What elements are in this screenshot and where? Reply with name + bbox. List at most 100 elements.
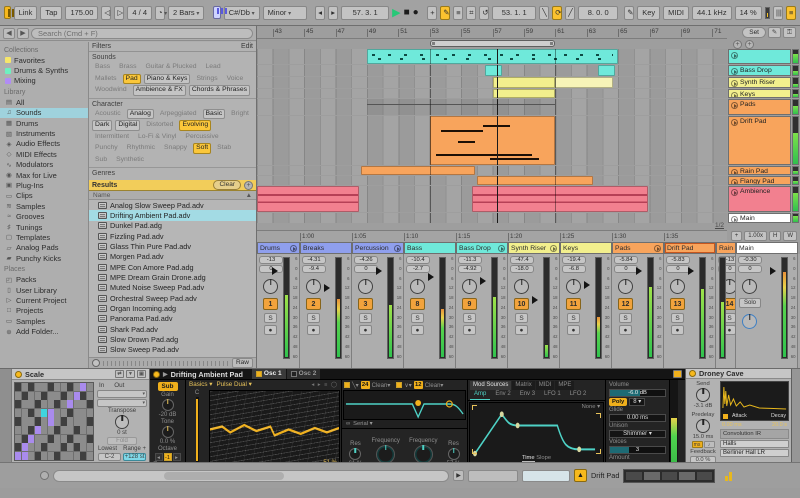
env-slope-toggle[interactable]: Slope (536, 455, 551, 461)
octave-value[interactable]: -1 (163, 453, 172, 461)
tab-osc1[interactable]: Osc 1 (251, 369, 286, 379)
sidebar-item-packs[interactable]: ◰ Packs (0, 274, 88, 284)
scale-grid-cell[interactable] (86, 383, 93, 392)
tap-tempo-button[interactable]: Tap (40, 5, 63, 20)
filter-tag[interactable]: Guitar & Plucked (143, 62, 200, 73)
scale-grid-cell[interactable] (47, 417, 54, 426)
track-play-icon[interactable] (731, 118, 738, 126)
tab-mpe[interactable]: MPE (555, 381, 575, 390)
track-activator-button[interactable]: 13 (670, 298, 685, 310)
sidebar-item-collection[interactable]: Mixing (0, 76, 88, 86)
scale-grid-cell[interactable] (67, 383, 74, 392)
sidebar-item-collection[interactable]: Favorites (0, 55, 88, 65)
time-signature-field[interactable]: 4 / 4 (127, 5, 152, 20)
scale-grid-cell[interactable] (34, 417, 41, 426)
unison-menu[interactable]: Shimmer ▾ (609, 430, 666, 438)
peak-level-field[interactable]: -11.3 (458, 256, 482, 264)
chain-play-icon[interactable]: ▶ (453, 470, 464, 481)
sidebar-item-projects[interactable]: □ Projects (0, 306, 88, 316)
filter-tag[interactable]: Voice (224, 74, 247, 85)
scale-grid-cell[interactable] (60, 408, 67, 417)
predelay-value[interactable]: 15.0 ms (693, 434, 714, 440)
unfold-track-icon[interactable] (654, 244, 661, 252)
scale-grid-cell[interactable] (73, 391, 80, 400)
scale-grid-cell[interactable] (28, 417, 35, 426)
clip[interactable] (360, 166, 476, 175)
clip[interactable] (555, 77, 614, 88)
scale-grid-cell[interactable] (15, 383, 22, 392)
add-track-icon[interactable]: + (733, 40, 742, 49)
follow-left-button[interactable]: ◂ (315, 5, 326, 20)
hot-swap-icon[interactable]: ⇄ (115, 370, 124, 378)
ir-bank-select[interactable]: Halls (720, 440, 789, 448)
device-on-toggle[interactable] (15, 370, 22, 378)
scale-grid-cell[interactable] (41, 434, 48, 443)
scale-grid-cell[interactable] (73, 443, 80, 452)
filters-edit-button[interactable]: Edit (241, 43, 253, 50)
volume-fader-handle[interactable] (584, 280, 594, 289)
track-header[interactable]: Flangy Pad (728, 176, 791, 185)
device-on-toggle[interactable] (689, 370, 696, 377)
filter-tag[interactable]: Soft (193, 143, 212, 154)
scale-grid-cell[interactable] (73, 383, 80, 392)
scale-grid-cell[interactable] (21, 391, 28, 400)
scale-grid-cell[interactable] (80, 408, 87, 417)
send-value[interactable]: -3.1 dB (694, 403, 713, 409)
track-header[interactable]: Keys (728, 89, 791, 98)
device-on-toggle[interactable] (153, 370, 160, 378)
track-activator-button[interactable]: 9 (462, 298, 477, 310)
arm-button[interactable]: ● (567, 325, 580, 335)
sidebar-item-instruments[interactable]: ▧ Instruments (0, 128, 88, 138)
scale-grid-cell[interactable] (34, 451, 41, 460)
scale-grid-cell[interactable] (80, 434, 87, 443)
scale-grid-cell[interactable] (21, 400, 28, 409)
list-item[interactable]: Orchestral Sweep Pad.adv (89, 293, 256, 303)
scale-grid-cell[interactable] (54, 417, 61, 426)
filter-tag[interactable]: Bright (228, 109, 252, 120)
track-clip-lane[interactable] (257, 99, 727, 115)
osc-wave-menu[interactable]: Pulse Dual ▾ (216, 381, 251, 388)
filter-tag[interactable]: Punchy (92, 143, 121, 154)
filter2-slope[interactable]: 12 (413, 381, 423, 389)
scale-grid-cell[interactable] (15, 391, 22, 400)
track-play-icon[interactable] (731, 91, 738, 97)
zoom-level-field[interactable]: 1.00x (744, 230, 767, 241)
filter-tag[interactable]: Pad (122, 73, 141, 84)
sidebar-item-samples[interactable]: ▭ Samples (0, 316, 88, 326)
mixer-track-tab[interactable]: Bass Drop (456, 242, 508, 254)
pan-knob[interactable] (566, 279, 581, 294)
track-clip-lane[interactable] (257, 186, 727, 212)
track-header[interactable]: Ambience (728, 186, 791, 212)
device-scrollbar[interactable] (53, 469, 449, 482)
play-button[interactable]: ▶ (392, 7, 400, 18)
scale-grid-cell[interactable] (28, 434, 35, 443)
pan-knob[interactable] (514, 279, 529, 294)
volume-fader-handle[interactable] (716, 267, 718, 275)
loop-start-field[interactable]: 53. 1. 1 (492, 5, 537, 20)
freq2-knob[interactable] (413, 444, 433, 464)
scale-grid-cell[interactable] (67, 400, 74, 409)
filter-curve-display[interactable] (343, 390, 466, 420)
predelay-knob[interactable] (696, 419, 710, 433)
draw-icon[interactable]: ✎ (624, 5, 635, 20)
track-activator-button[interactable]: 11 (566, 298, 581, 310)
tone-knob[interactable] (161, 426, 174, 438)
clip[interactable] (257, 186, 360, 212)
track-clip-lane[interactable] (257, 65, 727, 76)
track-clip-lane[interactable] (257, 166, 727, 175)
pan-knob[interactable] (670, 279, 685, 294)
scale-grid-cell[interactable] (34, 383, 41, 392)
scale-grid-cell[interactable] (21, 443, 28, 452)
sidebar-item-sounds[interactable]: ♫ Sounds (0, 107, 88, 118)
sidebar-item-modulators[interactable]: ∿ Modulators (0, 160, 88, 170)
solo-button[interactable]: S (307, 313, 320, 323)
scale-grid-cell[interactable] (60, 417, 67, 426)
track-clip-lane[interactable] (257, 116, 727, 165)
scale-grid-cell[interactable] (54, 443, 61, 452)
device-chain-minimap[interactable] (623, 468, 716, 483)
peak-level-field[interactable]: -4.31 (302, 256, 326, 264)
device-view-edge[interactable] (0, 369, 12, 462)
res2-knob[interactable] (447, 448, 460, 460)
stop-button[interactable]: ■ (404, 7, 410, 18)
peak-level-field[interactable]: -10.4 (406, 256, 430, 264)
